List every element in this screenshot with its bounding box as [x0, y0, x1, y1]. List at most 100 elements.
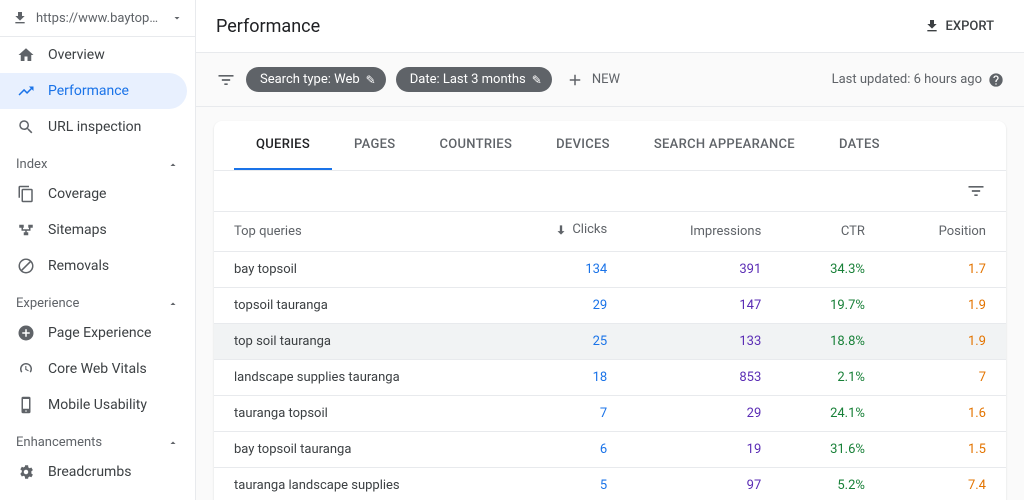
- content-area: QUERIES PAGES COUNTRIES DEVICES SEARCH A…: [196, 107, 1024, 500]
- site-icon: [12, 10, 28, 26]
- cell-clicks: 7: [499, 395, 628, 431]
- tabs: QUERIES PAGES COUNTRIES DEVICES SEARCH A…: [214, 121, 1006, 171]
- queries-table: Top queries Clicks Impressions CTR Posit…: [214, 211, 1006, 500]
- table-row[interactable]: topsoil tauranga2914719.7%1.9: [214, 287, 1006, 323]
- col-impressions[interactable]: Impressions: [627, 212, 781, 252]
- filter-icon[interactable]: [216, 70, 236, 90]
- table-row[interactable]: bay topsoil tauranga61931.6%1.5: [214, 431, 1006, 467]
- tab-devices[interactable]: DEVICES: [534, 121, 632, 170]
- sidebar-item-sitelinks-searchbox[interactable]: Sitelinks searchbox: [0, 490, 195, 500]
- trending-icon: [16, 81, 36, 101]
- chip-search-type[interactable]: Search type: Web ✎: [246, 67, 386, 92]
- cell-query: bay topsoil tauranga: [214, 431, 499, 467]
- sidebar-item-core-web-vitals[interactable]: Core Web Vitals: [0, 351, 195, 387]
- tab-dates[interactable]: DATES: [817, 121, 902, 170]
- chip-date[interactable]: Date: Last 3 months ✎: [396, 67, 552, 92]
- chevron-up-icon: [167, 298, 179, 310]
- cell-clicks: 25: [499, 323, 628, 359]
- cell-impressions: 133: [627, 323, 781, 359]
- section-label: Enhancements: [16, 435, 102, 450]
- nav: Overview Performance URL inspection Inde…: [0, 37, 195, 500]
- cell-ctr: 2.1%: [781, 359, 885, 395]
- home-icon: [16, 45, 36, 65]
- table-filter-icon[interactable]: [966, 181, 986, 201]
- tab-queries[interactable]: QUERIES: [234, 121, 332, 170]
- nav-section-index[interactable]: Index: [0, 145, 195, 176]
- sidebar-item-mobile-usability[interactable]: Mobile Usability: [0, 387, 195, 423]
- cell-impressions: 19: [627, 431, 781, 467]
- col-clicks-label: Clicks: [572, 222, 607, 237]
- sidebar: https://www.baytopsoil.co.nz/ Overview P…: [0, 0, 196, 500]
- cell-query: tauranga topsoil: [214, 395, 499, 431]
- new-filter-button[interactable]: NEW: [562, 71, 620, 89]
- new-label: NEW: [592, 72, 620, 87]
- sidebar-item-removals[interactable]: Removals: [0, 248, 195, 284]
- col-ctr[interactable]: CTR: [781, 212, 885, 252]
- cell-ctr: 31.6%: [781, 431, 885, 467]
- copy-icon: [16, 184, 36, 204]
- chip-label: Date: Last 3 months: [410, 72, 526, 87]
- download-icon: [924, 18, 940, 34]
- help-icon[interactable]: [988, 72, 1004, 88]
- cell-clicks: 5: [499, 467, 628, 500]
- cell-ctr: 34.3%: [781, 251, 885, 287]
- nav-label: Sitemaps: [48, 222, 107, 238]
- col-position[interactable]: Position: [885, 212, 1006, 252]
- nav-section-experience[interactable]: Experience: [0, 284, 195, 315]
- page-header: Performance EXPORT: [196, 0, 1024, 53]
- nav-label: Coverage: [48, 186, 106, 202]
- cell-ctr: 19.7%: [781, 287, 885, 323]
- section-label: Experience: [16, 296, 79, 311]
- nav-label: Page Experience: [48, 325, 151, 341]
- sidebar-item-overview[interactable]: Overview: [0, 37, 195, 73]
- nav-label: URL inspection: [48, 119, 141, 135]
- tab-pages[interactable]: PAGES: [332, 121, 417, 170]
- cell-query: tauranga landscape supplies: [214, 467, 499, 500]
- nav-section-enhancements[interactable]: Enhancements: [0, 423, 195, 454]
- table-row[interactable]: bay topsoil13439134.3%1.7: [214, 251, 1006, 287]
- sort-down-icon: [554, 223, 568, 237]
- cell-query: top soil tauranga: [214, 323, 499, 359]
- last-updated-text: Last updated: 6 hours ago: [832, 72, 982, 87]
- sidebar-item-performance[interactable]: Performance: [0, 73, 187, 109]
- tab-countries[interactable]: COUNTRIES: [417, 121, 534, 170]
- nav-label: Overview: [48, 47, 105, 63]
- cell-clicks: 18: [499, 359, 628, 395]
- cell-query: bay topsoil: [214, 251, 499, 287]
- sidebar-item-coverage[interactable]: Coverage: [0, 176, 195, 212]
- cell-position: 1.7: [885, 251, 1006, 287]
- table-header-row: Top queries Clicks Impressions CTR Posit…: [214, 212, 1006, 252]
- cell-position: 7.4: [885, 467, 1006, 500]
- cell-position: 1.9: [885, 287, 1006, 323]
- cell-impressions: 97: [627, 467, 781, 500]
- pencil-icon: ✎: [366, 73, 376, 87]
- phone-icon: [16, 395, 36, 415]
- export-button[interactable]: EXPORT: [914, 12, 1004, 40]
- sitemap-icon: [16, 220, 36, 240]
- site-selector[interactable]: https://www.baytopsoil.co.nz/: [0, 0, 195, 37]
- cell-clicks: 6: [499, 431, 628, 467]
- sidebar-item-page-experience[interactable]: Page Experience: [0, 315, 195, 351]
- export-label: EXPORT: [946, 19, 994, 34]
- plus-icon: [566, 71, 584, 89]
- sidebar-item-url-inspection[interactable]: URL inspection: [0, 109, 195, 145]
- sidebar-item-breadcrumbs[interactable]: Breadcrumbs: [0, 454, 195, 490]
- table-row[interactable]: tauranga topsoil72924.1%1.6: [214, 395, 1006, 431]
- col-query[interactable]: Top queries: [214, 212, 499, 252]
- table-row[interactable]: landscape supplies tauranga188532.1%7: [214, 359, 1006, 395]
- col-clicks[interactable]: Clicks: [499, 212, 628, 252]
- cell-query: landscape supplies tauranga: [214, 359, 499, 395]
- nav-label: Core Web Vitals: [48, 361, 147, 377]
- table-row[interactable]: top soil tauranga2513318.8%1.9: [214, 323, 1006, 359]
- last-updated: Last updated: 6 hours ago: [832, 72, 1004, 88]
- table-row[interactable]: tauranga landscape supplies5975.2%7.4: [214, 467, 1006, 500]
- sidebar-item-sitemaps[interactable]: Sitemaps: [0, 212, 195, 248]
- cell-clicks: 29: [499, 287, 628, 323]
- tab-search-appearance[interactable]: SEARCH APPEARANCE: [632, 121, 817, 170]
- nav-label: Removals: [48, 258, 109, 274]
- nav-label: Breadcrumbs: [48, 464, 131, 480]
- nav-label: Mobile Usability: [48, 397, 147, 413]
- main: Performance EXPORT Search type: Web ✎ Da…: [196, 0, 1024, 500]
- gear-icon: [16, 462, 36, 482]
- filter-bar: Search type: Web ✎ Date: Last 3 months ✎…: [196, 53, 1024, 107]
